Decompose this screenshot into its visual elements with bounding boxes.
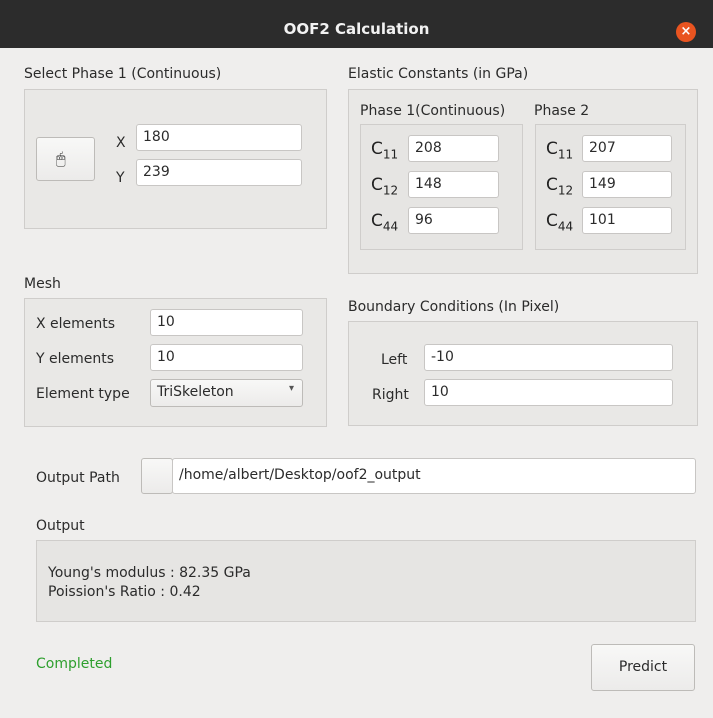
p1-c12-label: C12 xyxy=(371,175,399,198)
predict-button[interactable]: Predict xyxy=(591,644,695,691)
elastic-group: Phase 1(Continuous) Phase 2 C11 208 C12 … xyxy=(348,89,698,274)
element-type-select[interactable]: TriSkeleton ▾ xyxy=(150,379,303,407)
y-elements-label: Y elements xyxy=(36,351,115,367)
x-label: X xyxy=(116,135,126,151)
element-type-value: TriSkeleton xyxy=(157,384,234,400)
select-phase-group: 🖱 X 180 Y 239 xyxy=(24,89,327,229)
browse-button[interactable] xyxy=(141,458,173,494)
window-title: OOF2 Calculation xyxy=(283,20,430,38)
output-title: Output xyxy=(36,518,85,534)
select-phase-title: Select Phase 1 (Continuous) xyxy=(24,66,222,82)
left-label: Left xyxy=(381,352,408,368)
p1-c11-input[interactable]: 208 xyxy=(408,135,499,162)
boundary-title: Boundary Conditions (In Pixel) xyxy=(348,299,560,315)
y-input[interactable]: 239 xyxy=(136,159,302,186)
phase1-title: Phase 1(Continuous) xyxy=(360,103,506,119)
predict-label: Predict xyxy=(618,659,668,675)
p1-c11-label: C11 xyxy=(371,139,399,162)
y-label: Y xyxy=(116,170,125,186)
phase1-group: C11 208 C12 148 C44 96 xyxy=(360,124,523,250)
y-elements-input[interactable]: 10 xyxy=(150,344,303,371)
mesh-title: Mesh xyxy=(24,276,61,292)
phase2-group: C11 207 C12 149 C44 101 xyxy=(535,124,686,250)
x-elements-label: X elements xyxy=(36,316,116,332)
pick-point-button[interactable]: 🖱 xyxy=(36,137,95,181)
p1-c12-input[interactable]: 148 xyxy=(408,171,499,198)
boundary-group: Left -10 Right 10 xyxy=(348,321,698,426)
x-input[interactable]: 180 xyxy=(136,124,302,151)
status-text: Completed xyxy=(36,656,113,672)
element-type-label: Element type xyxy=(36,386,130,402)
p2-c12-input[interactable]: 149 xyxy=(582,171,672,198)
p1-c44-input[interactable]: 96 xyxy=(408,207,499,234)
p1-c44-label: C44 xyxy=(371,211,399,234)
output-box: Young's modulus : 82.35 GPa Poission's R… xyxy=(36,540,696,622)
p2-c44-label: C44 xyxy=(546,211,574,234)
elastic-title: Elastic Constants (in GPa) xyxy=(348,66,529,82)
x-elements-input[interactable]: 10 xyxy=(150,309,303,336)
poisson-ratio-text: Poission's Ratio : 0.42 xyxy=(48,584,201,600)
mesh-group: X elements 10 Y elements 10 Element type… xyxy=(24,298,327,427)
p2-c44-input[interactable]: 101 xyxy=(582,207,672,234)
right-input[interactable]: 10 xyxy=(424,379,673,406)
output-path-label: Output Path xyxy=(36,470,120,486)
p2-c12-label: C12 xyxy=(546,175,574,198)
left-input[interactable]: -10 xyxy=(424,344,673,371)
phase2-title: Phase 2 xyxy=(534,103,590,119)
right-label: Right xyxy=(372,387,409,403)
chevron-down-icon: ▾ xyxy=(288,383,294,394)
close-icon[interactable]: × xyxy=(676,22,696,42)
p2-c11-input[interactable]: 207 xyxy=(582,135,672,162)
dialog-body: Select Phase 1 (Continuous) 🖱 X 180 Y 23… xyxy=(0,48,713,718)
youngs-modulus-text: Young's modulus : 82.35 GPa xyxy=(48,565,251,581)
mouse-icon: 🖱 xyxy=(56,149,66,168)
p2-c11-label: C11 xyxy=(546,139,574,162)
output-path-input[interactable]: /home/albert/Desktop/oof2_output xyxy=(172,458,696,494)
